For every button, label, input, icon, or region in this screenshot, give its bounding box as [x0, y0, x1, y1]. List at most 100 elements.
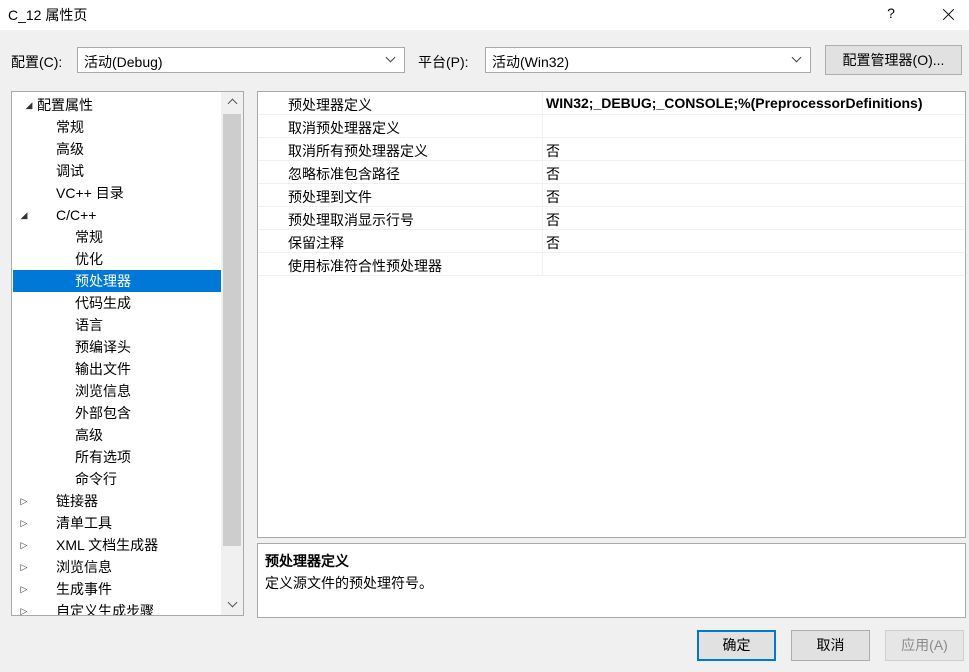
row-gutter	[258, 115, 276, 137]
row-gutter	[258, 138, 276, 160]
row-gutter	[258, 253, 276, 275]
property-name: 预处理到文件	[288, 189, 372, 205]
property-row[interactable]: 预处理器定义 WIN32;_DEBUG;_CONSOLE;%(Preprocess…	[258, 92, 965, 115]
scroll-thumb[interactable]	[223, 114, 241, 546]
expand-arrow-icon[interactable]: ▷	[18, 556, 30, 578]
property-tree[interactable]: ◢ 配置属性 常规 高级 调试 VC++ 目录 ◢ C/C++ 常规 优化 预处理器 代码生成 语言 预编…	[11, 91, 244, 616]
platform-select[interactable]: 活动(Win32)	[485, 47, 811, 73]
tree-item[interactable]: ▷ 清单工具	[13, 512, 221, 534]
property-name: 忽略标准包含路径	[288, 166, 400, 182]
collapse-arrow-icon[interactable]: ◢	[23, 94, 35, 116]
tree-item-label: 语言	[75, 317, 103, 333]
column-separator[interactable]	[542, 230, 543, 252]
tree-item[interactable]: ▷ 自定义生成步骤	[13, 600, 221, 616]
ok-button[interactable]: 确定	[697, 630, 776, 661]
tree-item[interactable]: ▷ 生成事件	[13, 578, 221, 600]
expand-arrow-icon[interactable]: ▷	[18, 600, 30, 615]
tree-item[interactable]: ▷ XML 文档生成器	[13, 534, 221, 556]
property-value[interactable]: 否	[546, 164, 560, 184]
row-gutter	[258, 161, 276, 183]
column-separator[interactable]	[542, 92, 543, 114]
tree-item[interactable]: 高级	[13, 138, 221, 160]
tree-item[interactable]: 优化	[13, 248, 221, 270]
chevron-down-icon	[791, 52, 802, 63]
tree-item[interactable]: 外部包含	[13, 402, 221, 424]
close-icon[interactable]	[930, 0, 966, 30]
tree-item[interactable]: 高级	[13, 424, 221, 446]
tree-item-label: 生成事件	[56, 581, 112, 597]
property-value[interactable]: 否	[546, 233, 560, 253]
tree-item[interactable]: ▷ 链接器	[13, 490, 221, 512]
cancel-button[interactable]: 取消	[791, 630, 870, 661]
description-text: 定义源文件的预处理符号。	[265, 575, 433, 591]
expand-arrow-icon[interactable]: ▷	[18, 578, 30, 600]
scroll-down-icon[interactable]	[221, 595, 243, 615]
apply-button[interactable]: 应用(A)	[885, 630, 964, 661]
scroll-up-icon[interactable]	[221, 92, 243, 112]
tree-item[interactable]: 调试	[13, 160, 221, 182]
expand-arrow-icon[interactable]: ▷	[18, 512, 30, 534]
property-row[interactable]: 使用标准符合性预处理器	[258, 253, 965, 276]
property-row[interactable]: 预处理到文件 否	[258, 184, 965, 207]
tree-item[interactable]: ▷ 浏览信息	[13, 556, 221, 578]
property-row[interactable]: 保留注释 否	[258, 230, 965, 253]
tree-item[interactable]: 预编译头	[13, 336, 221, 358]
chevron-down-icon	[385, 52, 396, 63]
tree-item-label: XML 文档生成器	[56, 537, 159, 553]
column-separator[interactable]	[542, 138, 543, 160]
column-separator[interactable]	[542, 207, 543, 229]
config-label: 配置(C):	[11, 54, 63, 70]
property-value[interactable]: 否	[546, 187, 560, 207]
tree-item[interactable]: 语言	[13, 314, 221, 336]
tree-item[interactable]: ◢ C/C++	[13, 204, 221, 226]
property-name: 取消所有预处理器定义	[288, 143, 428, 159]
property-name: 预处理器定义	[288, 97, 372, 113]
column-separator[interactable]	[542, 253, 543, 275]
tree-item[interactable]: VC++ 目录	[13, 182, 221, 204]
tree-item-label: VC++ 目录	[56, 185, 124, 201]
column-separator[interactable]	[542, 161, 543, 183]
config-manager-button[interactable]: 配置管理器(O)...	[825, 45, 962, 75]
tree-item[interactable]: 常规	[13, 116, 221, 138]
tree-item[interactable]: 所有选项	[13, 446, 221, 468]
tree-item-label: 预处理器	[75, 273, 131, 289]
collapse-arrow-icon[interactable]: ◢	[18, 204, 30, 226]
property-row[interactable]: 取消所有预处理器定义 否	[258, 138, 965, 161]
property-name: 使用标准符合性预处理器	[288, 258, 442, 274]
expand-arrow-icon[interactable]: ▷	[18, 490, 30, 512]
column-separator[interactable]	[542, 184, 543, 206]
tree-item[interactable]: ◢ 配置属性	[13, 94, 221, 116]
expand-arrow-icon[interactable]: ▷	[18, 534, 30, 556]
property-grid[interactable]: 预处理器定义 WIN32;_DEBUG;_CONSOLE;%(Preprocess…	[257, 91, 966, 538]
platform-select-value: 活动(Win32)	[492, 54, 570, 70]
tree-item[interactable]: 代码生成	[13, 292, 221, 314]
property-value[interactable]: WIN32;_DEBUG;_CONSOLE;%(PreprocessorDefi…	[546, 95, 923, 111]
title-bar: C_12 属性页 ?	[0, 0, 969, 30]
tree-item[interactable]: 预处理器	[13, 270, 221, 292]
property-row[interactable]: 忽略标准包含路径 否	[258, 161, 965, 184]
tree-item[interactable]: 输出文件	[13, 358, 221, 380]
tree-item-label: 外部包含	[75, 405, 131, 421]
property-row[interactable]: 取消预处理器定义	[258, 115, 965, 138]
tree-item-label: 常规	[56, 119, 84, 135]
tree-item-label: 自定义生成步骤	[56, 603, 154, 616]
help-button[interactable]: ?	[876, 0, 906, 30]
tree-item[interactable]: 命令行	[13, 468, 221, 490]
property-row[interactable]: 预处理取消显示行号 否	[258, 207, 965, 230]
description-title: 预处理器定义	[265, 553, 349, 569]
tree-item-label: 优化	[75, 251, 103, 267]
property-value[interactable]: 否	[546, 141, 560, 161]
tree-item-label: 输出文件	[75, 361, 131, 377]
property-name: 取消预处理器定义	[288, 120, 400, 136]
tree-scrollbar[interactable]	[221, 92, 243, 615]
row-gutter	[258, 207, 276, 229]
column-separator[interactable]	[542, 115, 543, 137]
property-value[interactable]: 否	[546, 210, 560, 230]
tree-item-label: 链接器	[56, 493, 98, 509]
tree-item-label: 常规	[75, 229, 103, 245]
window-title: C_12 属性页	[8, 7, 88, 23]
tree-item[interactable]: 常规	[13, 226, 221, 248]
config-select[interactable]: 活动(Debug)	[77, 47, 405, 73]
tree-item-label: 高级	[75, 427, 103, 443]
tree-item[interactable]: 浏览信息	[13, 380, 221, 402]
